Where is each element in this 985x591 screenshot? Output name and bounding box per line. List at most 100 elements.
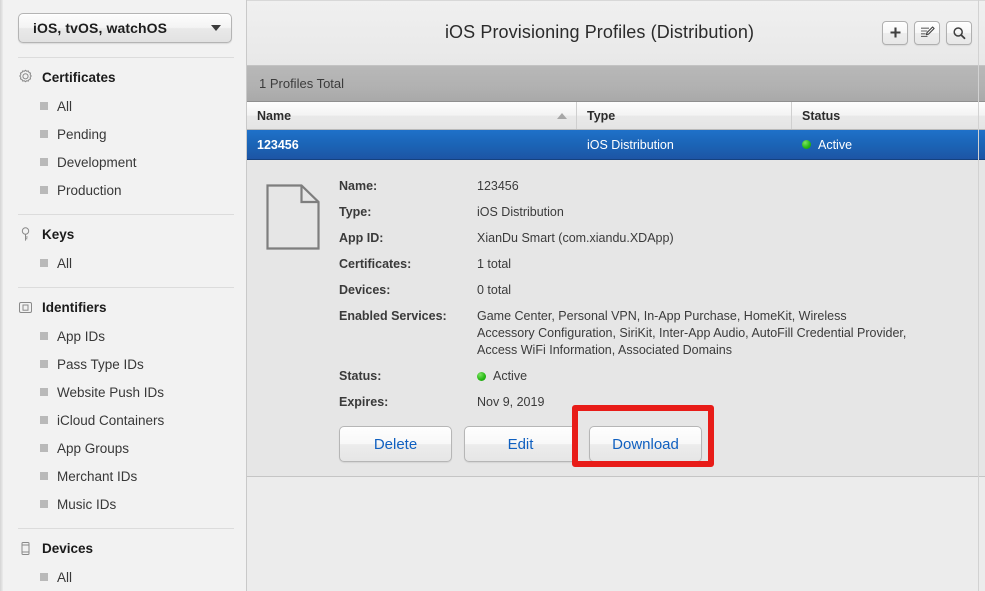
sidebar-item-label: All: [57, 98, 73, 114]
status-dot-icon: [802, 140, 811, 149]
status-dot-icon: [477, 372, 486, 381]
profiles-count-bar: 1 Profiles Total: [247, 66, 985, 102]
bullet-icon: [40, 500, 48, 508]
field-devices: Devices: 0 total: [339, 282, 965, 299]
field-name: Name: 123456: [339, 178, 965, 195]
field-app-id: App ID: XianDu Smart (com.xiandu.XDApp): [339, 230, 965, 247]
field-type: Type: iOS Distribution: [339, 204, 965, 221]
column-header-status[interactable]: Status: [792, 102, 985, 129]
profile-icon-wrapper: [247, 178, 339, 462]
bullet-icon: [40, 130, 48, 138]
field-label: App ID:: [339, 231, 384, 245]
bullet-icon: [40, 444, 48, 452]
sidebar-group-label: Identifiers: [42, 299, 107, 315]
sidebar-item-devices-all[interactable]: All: [0, 563, 246, 591]
sidebar: iOS, tvOS, watchOS Certificates All Pend…: [0, 0, 247, 591]
bullet-icon: [40, 259, 48, 267]
bullet-icon: [40, 360, 48, 368]
field-label: Status:: [339, 369, 382, 383]
sidebar-item-app-ids[interactable]: App IDs: [0, 322, 246, 350]
sidebar-group-header-keys[interactable]: Keys: [0, 219, 246, 249]
app-window: iOS, tvOS, watchOS Certificates All Pend…: [0, 0, 985, 591]
column-header-label: Status: [802, 108, 841, 123]
bullet-icon: [40, 158, 48, 166]
edit-pencil-icon: [920, 26, 935, 39]
field-value: Game Center, Personal VPN, In-App Purcha…: [477, 309, 907, 357]
field-status: Status: Active: [339, 368, 965, 385]
add-button[interactable]: [882, 20, 908, 45]
sidebar-item-app-groups[interactable]: App Groups: [0, 434, 246, 462]
search-icon: [952, 26, 966, 40]
row-cell-type: iOS Distribution: [587, 137, 674, 152]
sidebar-item-music-ids[interactable]: Music IDs: [0, 490, 246, 518]
sidebar-item-label: Pass Type IDs: [57, 356, 144, 372]
sidebar-item-certificates-development[interactable]: Development: [0, 148, 246, 176]
field-label: Expires:: [339, 395, 389, 409]
sidebar-group-header-devices[interactable]: Devices: [0, 533, 246, 563]
sidebar-item-certificates-pending[interactable]: Pending: [0, 120, 246, 148]
field-value: 1 total: [477, 257, 512, 271]
sidebar-item-certificates-all[interactable]: All: [0, 92, 246, 120]
page-header: iOS Provisioning Profiles (Distribution): [247, 0, 985, 66]
sidebar-item-label: Development: [57, 154, 137, 170]
edit-button[interactable]: [914, 20, 940, 45]
delete-button[interactable]: Delete: [339, 426, 452, 462]
sidebar-item-label: Merchant IDs: [57, 468, 138, 484]
sidebar-item-keys-all[interactable]: All: [0, 249, 246, 277]
os-platform-select[interactable]: iOS, tvOS, watchOS: [18, 13, 232, 43]
sidebar-item-label: App IDs: [57, 328, 106, 344]
sidebar-item-label: App Groups: [57, 440, 130, 456]
sidebar-divider: [18, 214, 234, 215]
panel-edge-divider: [978, 0, 979, 591]
sidebar-item-website-push-ids[interactable]: Website Push IDs: [0, 378, 246, 406]
os-select-wrapper: iOS, tvOS, watchOS: [0, 0, 246, 43]
sidebar-group-header-certificates[interactable]: Certificates: [0, 62, 246, 92]
id-badge-icon: [16, 298, 34, 316]
field-value: iOS Distribution: [477, 205, 564, 219]
bullet-icon: [40, 332, 48, 340]
field-value: XianDu Smart (com.xiandu.XDApp): [477, 231, 674, 245]
sidebar-group-label: Devices: [42, 540, 94, 556]
row-status-label: Active: [818, 137, 853, 152]
column-header-label: Type: [587, 108, 616, 123]
bullet-icon: [40, 416, 48, 424]
profile-detail-panel: Name: 123456 Type: iOS Distribution App …: [247, 160, 985, 477]
field-certificates: Certificates: 1 total: [339, 256, 965, 273]
sidebar-group-certificates: Certificates All Pending Development Pro…: [0, 62, 246, 204]
column-header-name[interactable]: Name: [247, 102, 577, 129]
bullet-icon: [40, 388, 48, 396]
bullet-icon: [40, 102, 48, 110]
sidebar-divider: [18, 528, 234, 529]
download-button[interactable]: Download: [589, 426, 702, 462]
sidebar-item-merchant-ids[interactable]: Merchant IDs: [0, 462, 246, 490]
sidebar-item-icloud-containers[interactable]: iCloud Containers: [0, 406, 246, 434]
plus-icon: [889, 26, 902, 39]
field-enabled-services: Enabled Services: Game Center, Personal …: [339, 308, 965, 359]
column-header-type[interactable]: Type: [577, 102, 792, 129]
edit-profile-button[interactable]: Edit: [464, 426, 577, 462]
profiles-count-text: 1 Profiles Total: [259, 76, 345, 91]
sidebar-group-label: Certificates: [42, 69, 116, 85]
sidebar-divider: [18, 287, 234, 288]
sort-ascending-icon: [557, 112, 567, 119]
sidebar-group-identifiers: Identifiers App IDs Pass Type IDs Websit…: [0, 292, 246, 518]
sidebar-item-pass-type-ids[interactable]: Pass Type IDs: [0, 350, 246, 378]
field-label: Enabled Services:: [339, 309, 447, 323]
sidebar-divider: [18, 57, 234, 58]
search-button[interactable]: [946, 20, 972, 45]
column-header-label: Name: [257, 108, 292, 123]
bullet-icon: [40, 573, 48, 581]
sidebar-item-label: All: [57, 255, 73, 271]
bullet-icon: [40, 472, 48, 480]
field-label: Certificates:: [339, 257, 412, 271]
sidebar-item-label: Production: [57, 182, 122, 198]
sidebar-group-header-identifiers[interactable]: Identifiers: [0, 292, 246, 322]
sidebar-item-label: All: [57, 569, 73, 585]
certificate-seal-icon: [16, 68, 34, 86]
table-row[interactable]: 123456 iOS Distribution Active: [247, 130, 985, 160]
row-cell-status: Active: [792, 138, 985, 152]
sidebar-item-certificates-production[interactable]: Production: [0, 176, 246, 204]
status-label: Active: [493, 369, 528, 383]
sidebar-group-devices: Devices All: [0, 533, 246, 591]
sidebar-group-label: Keys: [42, 226, 75, 242]
